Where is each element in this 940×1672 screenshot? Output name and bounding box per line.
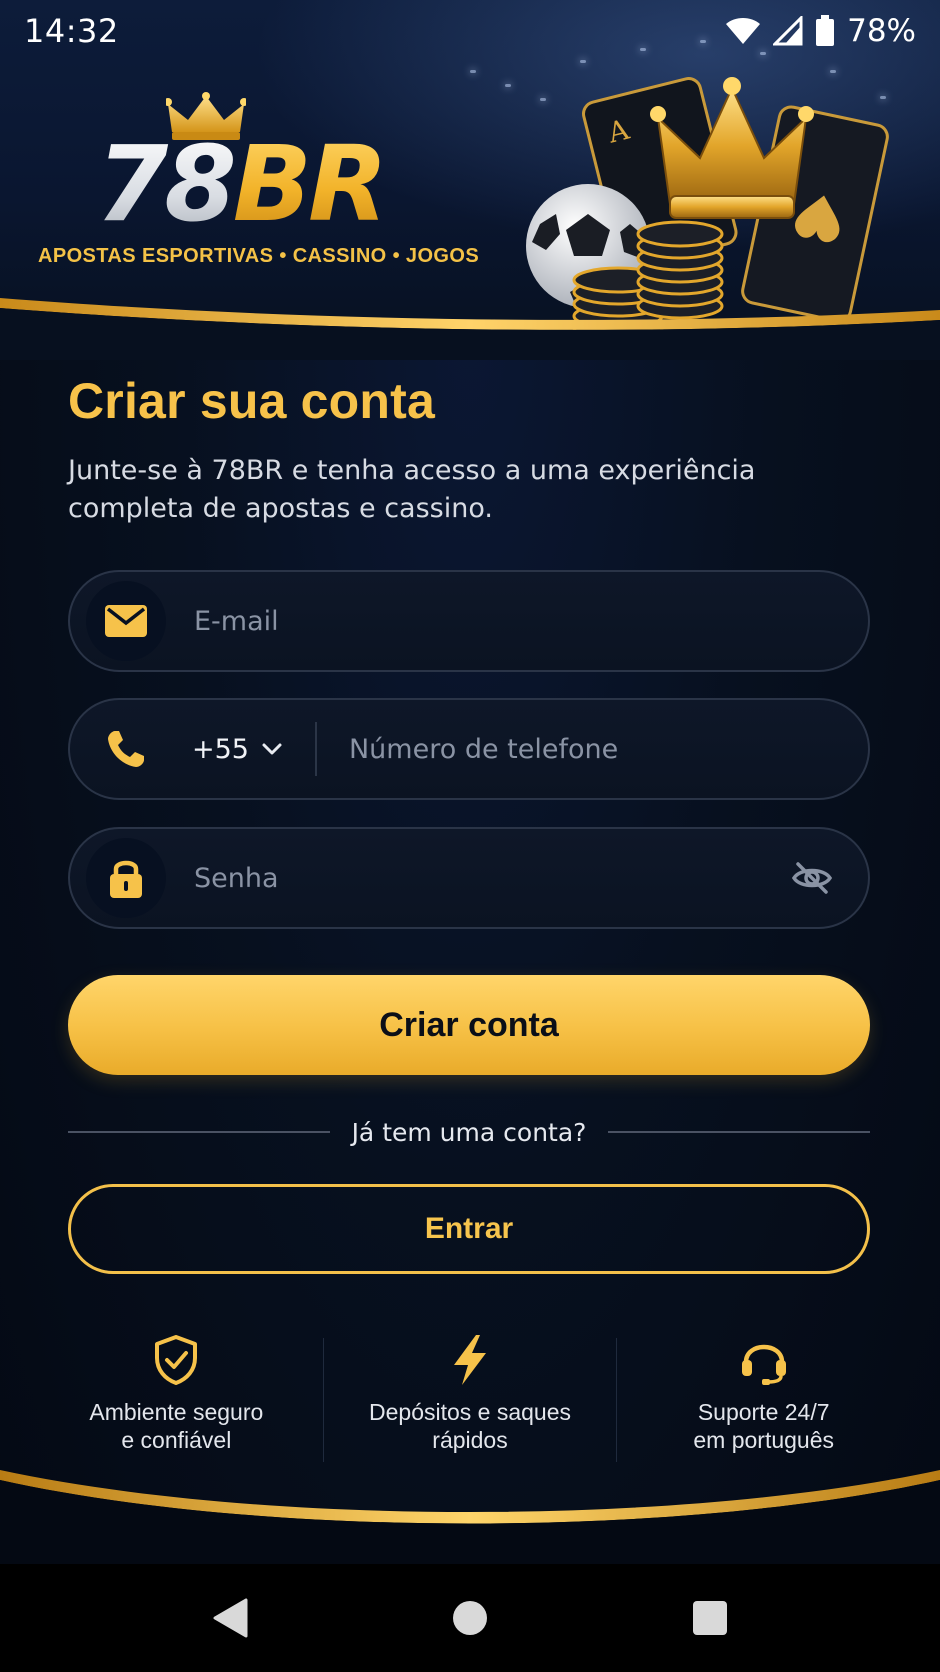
feature-fast-text: Depósitos e saques rápidos — [369, 1399, 572, 1453]
field-divider — [314, 722, 317, 776]
chevron-down-icon — [262, 743, 282, 755]
headset-icon — [741, 1344, 786, 1385]
lock-icon-badge — [86, 838, 166, 918]
divider-line-right — [608, 1131, 870, 1133]
phone-icon-badge — [86, 709, 166, 789]
phone-field[interactable]: +55 — [68, 698, 870, 800]
features-row: Ambiente seguro e confiável Depósitos e … — [30, 1330, 910, 1470]
login-divider: Já tem uma conta? — [68, 1112, 870, 1152]
brand-tagline: APOSTAS ESPORTIVAS • CASSINO • JOGOS — [38, 245, 480, 267]
brand-logo: 78BR — [96, 132, 388, 236]
password-visibility-toggle[interactable] — [782, 848, 842, 908]
eye-off-icon — [792, 862, 832, 894]
phone-icon — [108, 731, 144, 767]
nav-back-button[interactable] — [155, 1564, 305, 1672]
feature-secure: Ambiente seguro e confiável — [30, 1330, 323, 1470]
page-title: Criar sua conta — [68, 373, 436, 429]
logo-part-br: BR — [232, 123, 388, 245]
signup-screen: 78BR APOSTAS ESPORTIVAS • CASSINO • JOGO… — [0, 0, 940, 1672]
feature-support: Suporte 24/7 em português — [617, 1330, 910, 1470]
status-time: 14:32 — [24, 12, 119, 50]
home-icon — [453, 1601, 487, 1635]
status-bar: 14:32 78% — [0, 0, 940, 62]
divider-text: Já tem uma conta? — [351, 1117, 587, 1147]
feature-secure-text: Ambiente seguro e confiável — [89, 1399, 264, 1453]
country-code-value: +55 — [192, 733, 249, 765]
back-icon — [213, 1598, 248, 1638]
system-nav-bar — [0, 1564, 940, 1672]
status-icons: 78% — [725, 13, 916, 49]
create-account-button[interactable]: Criar conta — [68, 975, 870, 1075]
recents-icon — [693, 1601, 727, 1635]
password-input[interactable] — [192, 847, 782, 909]
password-field[interactable] — [68, 827, 870, 929]
shield-check-icon — [155, 1335, 198, 1385]
mail-icon — [105, 605, 147, 637]
email-icon-badge — [86, 581, 166, 661]
wifi-icon — [726, 18, 761, 44]
country-code-select[interactable]: +55 — [192, 719, 315, 779]
phone-input[interactable] — [346, 718, 868, 780]
battery-icon — [816, 15, 835, 46]
divider-line-left — [68, 1131, 330, 1133]
nav-recents-button[interactable] — [635, 1564, 785, 1672]
feature-support-text: Suporte 24/7 em português — [693, 1399, 834, 1453]
feature-fast: Depósitos e saques rápidos — [324, 1330, 617, 1470]
lock-icon — [110, 860, 142, 898]
battery-percent: 78% — [847, 13, 916, 49]
signal-icon — [773, 16, 803, 46]
hero-gold-curve — [0, 298, 940, 360]
lightning-icon — [454, 1335, 486, 1385]
email-field[interactable] — [68, 570, 870, 672]
login-button[interactable]: Entrar — [68, 1184, 870, 1274]
nav-home-button[interactable] — [395, 1564, 545, 1672]
bottom-gold-curve — [0, 1470, 940, 1564]
email-input[interactable] — [192, 590, 868, 652]
logo-part-78: 78 — [96, 123, 237, 245]
page-subtitle: Junte-se à 78BR e tenha acesso a uma exp… — [68, 455, 756, 524]
